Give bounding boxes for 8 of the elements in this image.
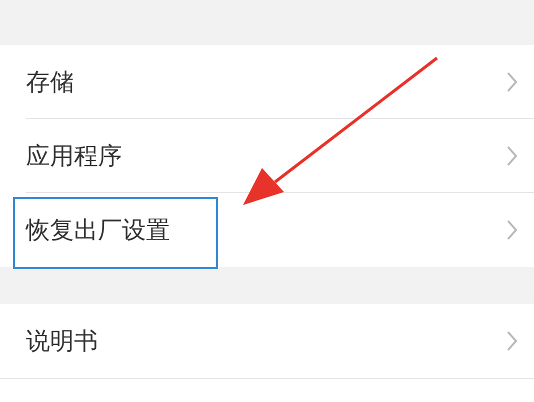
chevron-icon bbox=[506, 219, 518, 241]
item-label: 说明书 bbox=[26, 326, 98, 357]
item-label: 存储 bbox=[26, 67, 74, 98]
chevron-icon bbox=[506, 145, 518, 167]
chevron-icon bbox=[506, 330, 518, 352]
item-label: 应用程序 bbox=[26, 141, 122, 172]
chevron-icon bbox=[506, 71, 518, 93]
item-label: 恢复出厂设置 bbox=[26, 215, 170, 246]
